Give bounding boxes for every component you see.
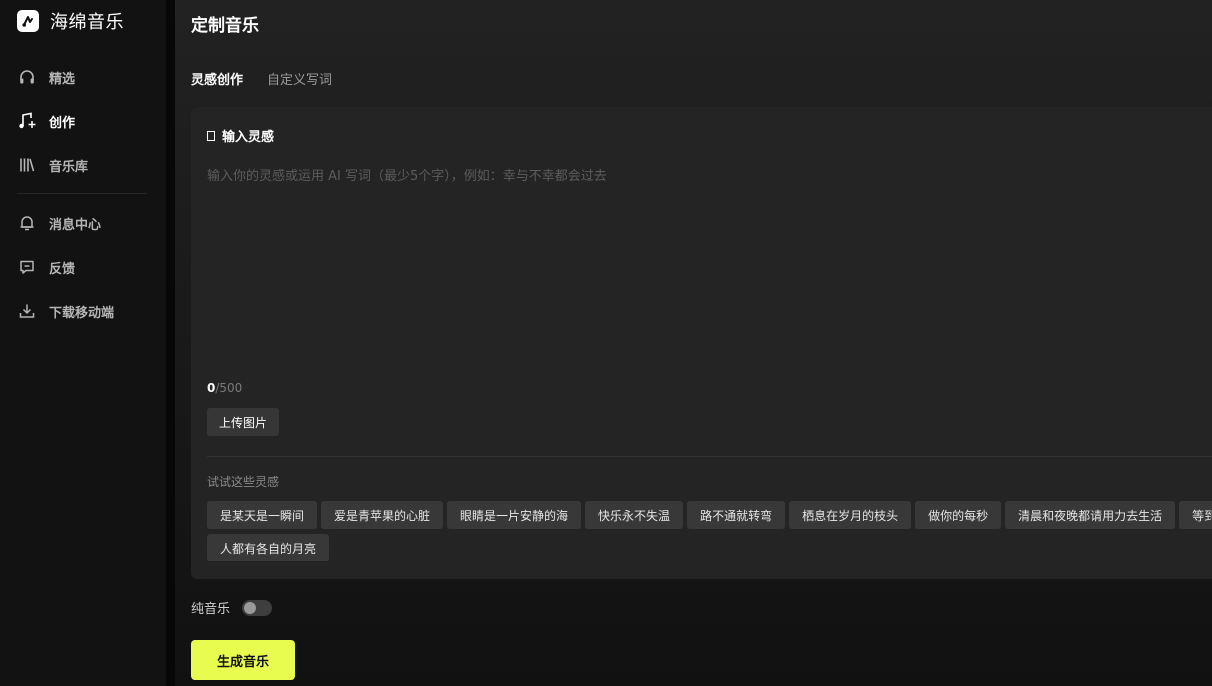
placeholder-glyph-icon — [207, 130, 215, 141]
pure-music-label: 纯音乐 — [191, 602, 231, 617]
sidebar-item-label: 反馈 — [49, 261, 76, 277]
mode-tabs: 灵感创作 自定义写词 — [191, 69, 356, 88]
pure-music-toggle[interactable] — [242, 599, 273, 616]
inspiration-label: 输入灵感 — [207, 126, 274, 145]
suggestion-row: 是某天是一瞬间 爱是青苹果的心脏 眼睛是一片安静的海 快乐永不失温 路不通就转弯… — [207, 501, 1212, 529]
suggestion-chip[interactable]: 路不通就转弯 — [687, 501, 786, 529]
music-logo-icon — [17, 10, 39, 32]
inspiration-label-text: 输入灵感 — [222, 130, 275, 145]
app-logo[interactable]: 海绵音乐 — [17, 9, 124, 33]
sidebar-item-label: 下载移动端 — [49, 305, 115, 321]
suggestion-chip[interactable]: 是某天是一瞬间 — [207, 501, 318, 529]
page-title: 定制音乐 — [191, 16, 259, 36]
suggestion-chip[interactable]: 眼睛是一片安静的海 — [447, 501, 582, 529]
toggle-knob — [244, 601, 257, 614]
sidebar: 海绵音乐 精选 创作 音乐库 消息中心 反馈 下载移动端 — [0, 0, 166, 686]
download-icon — [17, 301, 37, 321]
sidebar-item-label: 精选 — [49, 71, 76, 87]
sidebar-item-featured[interactable]: 精选 — [17, 65, 157, 89]
sidebar-item-feedback[interactable]: 反馈 — [17, 255, 157, 279]
tab-inspiration[interactable]: 灵感创作 — [191, 69, 243, 88]
inspiration-input[interactable] — [207, 165, 1207, 365]
sidebar-edge — [166, 0, 175, 686]
generate-music-button[interactable]: 生成音乐 — [191, 640, 295, 680]
app-name: 海绵音乐 — [50, 12, 124, 33]
library-icon — [17, 155, 37, 175]
upload-image-button[interactable]: 上传图片 — [207, 408, 280, 436]
sidebar-item-library[interactable]: 音乐库 — [17, 153, 157, 177]
headphones-icon — [17, 67, 37, 87]
pure-music-row: 纯音乐 — [191, 598, 273, 617]
suggestion-chip[interactable]: 清晨和夜晚都请用力去生活 — [1005, 501, 1176, 529]
character-max: /500 — [215, 381, 243, 395]
suggestion-chip[interactable]: 做你的每秒 — [915, 501, 1002, 529]
feedback-message-icon — [17, 257, 37, 277]
sidebar-item-download[interactable]: 下载移动端 — [17, 299, 157, 323]
suggestion-chip[interactable]: 等到 — [1179, 501, 1212, 529]
suggestion-chip[interactable]: 爱是青苹果的心脏 — [321, 501, 444, 529]
character-counter: 0/500 — [207, 381, 242, 395]
sidebar-item-label: 创作 — [49, 115, 76, 131]
sidebar-item-label: 消息中心 — [49, 217, 102, 233]
suggestions-title: 试试这些灵感 — [207, 475, 280, 489]
suggestion-chip[interactable]: 快乐永不失温 — [585, 501, 684, 529]
suggestion-chip[interactable]: 栖息在岁月的枝头 — [789, 501, 912, 529]
tab-custom-lyrics[interactable]: 自定义写词 — [267, 69, 332, 88]
card-divider — [207, 456, 1212, 457]
suggestion-row: 人都有各自的月亮 — [207, 534, 1212, 561]
suggestion-chip[interactable]: 人都有各自的月亮 — [207, 534, 330, 561]
inspiration-card: 输入灵感 0/500 上传图片 试试这些灵感 是某天是一瞬间 爱是青苹果的心脏 … — [191, 107, 1212, 579]
music-note-sparkle-icon — [17, 111, 37, 131]
sidebar-divider — [17, 193, 147, 194]
bell-icon — [17, 213, 37, 233]
sidebar-item-label: 音乐库 — [49, 159, 89, 175]
sidebar-item-create[interactable]: 创作 — [17, 109, 157, 133]
sidebar-item-messages[interactable]: 消息中心 — [17, 211, 157, 235]
main-panel: 定制音乐 灵感创作 自定义写词 输入灵感 0/500 上传图片 试试这些灵感 是… — [175, 0, 1212, 686]
suggestion-chips: 是某天是一瞬间 爱是青苹果的心脏 眼睛是一片安静的海 快乐永不失温 路不通就转弯… — [207, 501, 1212, 561]
